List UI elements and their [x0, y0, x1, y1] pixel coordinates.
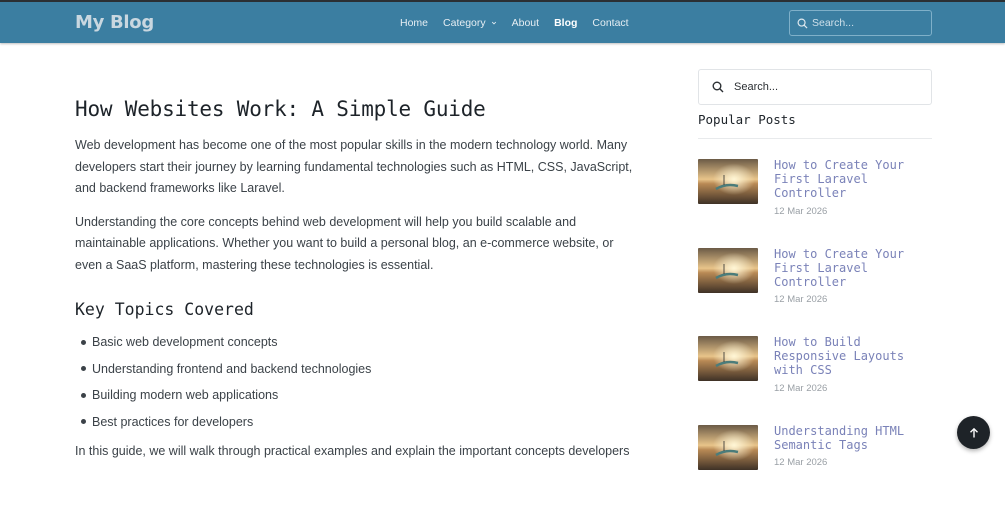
nav-link-blog[interactable]: Blog: [554, 17, 577, 29]
nav-link-category-label: Category: [443, 17, 486, 29]
nav-search-box: [789, 10, 932, 36]
nav-search-input[interactable]: [812, 17, 922, 29]
arrow-up-icon: [968, 427, 980, 439]
navbar: My Blog Home Category About Blog Contact: [0, 0, 1005, 43]
article: How Websites Work: A Simple Guide Web de…: [75, 95, 640, 475]
nav-link-about[interactable]: About: [512, 17, 539, 29]
post-thumbnail[interactable]: [698, 248, 758, 293]
popular-post-list: How to Create Your First Laravel Control…: [698, 159, 932, 513]
back-to-top-button[interactable]: [957, 416, 990, 449]
post-title-link[interactable]: Understanding HTML Semantic Tags: [774, 424, 924, 452]
bullet-icon: [81, 419, 86, 424]
post-thumbnail[interactable]: [698, 425, 758, 470]
popular-posts-title: Popular Posts: [698, 112, 932, 139]
main-nav: Home Category About Blog Contact: [400, 2, 644, 43]
list-item-text: Best practices for developers: [92, 415, 253, 429]
sidebar: Popular Posts How to Create Your First L…: [698, 69, 932, 513]
list-item-text: Basic web development concepts: [92, 335, 278, 349]
post-date: 12 Mar 2026: [774, 383, 924, 394]
article-paragraph: Web development has become one of the mo…: [75, 135, 640, 200]
post-title-link[interactable]: How to Build Responsive Layouts with CSS: [774, 335, 924, 378]
topic-list: Basic web development concepts Understan…: [75, 329, 640, 435]
sidebar-search-input[interactable]: [734, 81, 914, 93]
article-title: How Websites Work: A Simple Guide: [75, 95, 640, 123]
post-date: 12 Mar 2026: [774, 206, 924, 217]
post-date: 12 Mar 2026: [774, 457, 924, 468]
post-date: 12 Mar 2026: [774, 294, 924, 305]
nav-link-contact[interactable]: Contact: [592, 17, 628, 29]
post-thumbnail[interactable]: [698, 159, 758, 204]
sidebar-search-box: [698, 69, 932, 105]
list-item-text: Understanding frontend and backend techn…: [92, 362, 371, 376]
post-title-link[interactable]: How to Create Your First Laravel Control…: [774, 247, 924, 290]
nav-link-home[interactable]: Home: [400, 17, 428, 29]
article-paragraph: In this guide, we will walk through prac…: [75, 441, 640, 463]
list-item: Building modern web applications: [81, 382, 640, 409]
bullet-icon: [81, 393, 86, 398]
list-item: Basic web development concepts: [81, 329, 640, 356]
post-title-link[interactable]: How to Create Your First Laravel Control…: [774, 158, 924, 201]
list-item: Understanding frontend and backend techn…: [81, 356, 640, 383]
search-icon: [712, 81, 724, 93]
bullet-icon: [81, 366, 86, 371]
list-item: Best practices for developers: [81, 409, 640, 436]
chevron-down-icon: [491, 20, 497, 26]
section-heading: Key Topics Covered: [75, 300, 640, 319]
search-icon: [797, 18, 808, 29]
article-paragraph: Understanding the core concepts behind w…: [75, 212, 640, 277]
post-thumbnail[interactable]: [698, 336, 758, 381]
list-item-text: Building modern web applications: [92, 388, 278, 402]
popular-post[interactable]: Understanding HTML Semantic Tags 12 Mar …: [698, 425, 932, 513]
bullet-icon: [81, 340, 86, 345]
popular-post[interactable]: How to Create Your First Laravel Control…: [698, 248, 932, 337]
popular-post[interactable]: How to Create Your First Laravel Control…: [698, 159, 932, 248]
popular-post[interactable]: How to Build Responsive Layouts with CSS…: [698, 336, 932, 425]
nav-link-category[interactable]: Category: [443, 17, 497, 29]
brand-logo[interactable]: My Blog: [75, 12, 154, 33]
